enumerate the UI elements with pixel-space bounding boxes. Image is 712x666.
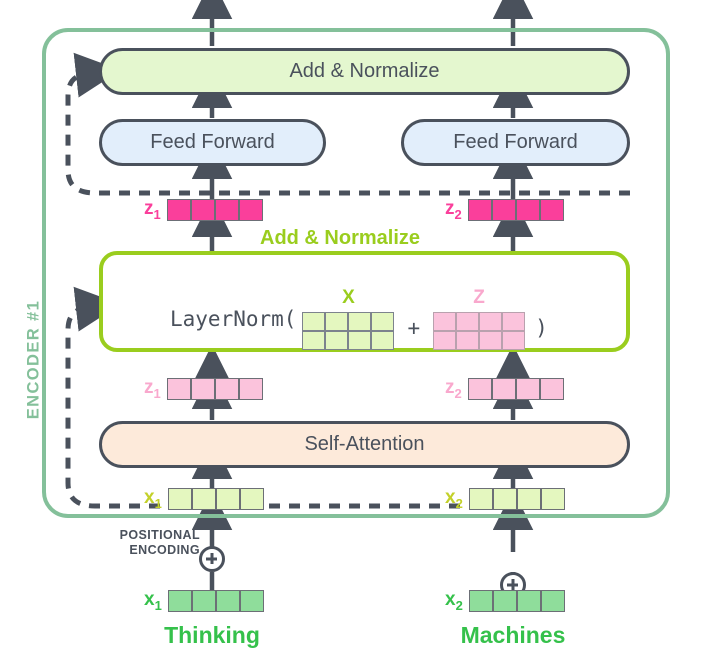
- vector-z2-magenta-label: z2: [445, 198, 462, 222]
- positional-encoding-line1: POSITIONAL: [119, 528, 200, 542]
- vector-cell: [238, 198, 263, 221]
- vector-cell: [468, 487, 493, 510]
- vector-x2-olive-cells: [468, 487, 565, 510]
- vector-x1-embedding: x1: [144, 589, 264, 613]
- vector-x1-olive: x1: [144, 487, 264, 511]
- vector-cell: [516, 589, 541, 612]
- matrix-cell: [456, 331, 480, 350]
- vector-cell: [492, 487, 517, 510]
- word-label-machines: Machines: [460, 622, 566, 648]
- vector-z2-pink-cells: [467, 377, 564, 400]
- vector-z1-magenta: z1: [144, 198, 263, 222]
- vector-cell: [539, 198, 564, 221]
- vector-x2-olive: x2: [445, 487, 565, 511]
- vector-z1-magenta-cells: [166, 198, 263, 221]
- vector-cell: [239, 589, 264, 612]
- vector-cell: [239, 487, 264, 510]
- word-label-thinking: Thinking: [164, 622, 260, 648]
- matrix-cell: [456, 312, 480, 331]
- vector-cell: [214, 198, 239, 221]
- vector-cell: [214, 377, 239, 400]
- vector-x2-embedding-label: x2: [445, 589, 463, 613]
- vector-z1-pink-cells: [166, 377, 263, 400]
- add-normalize-green-label: Add & Normalize: [255, 227, 426, 250]
- vector-cell: [215, 589, 240, 612]
- layernorm-open-text: LayerNorm(: [170, 306, 297, 331]
- x-matrix-group: X: [302, 287, 395, 350]
- matrix-cell: [302, 331, 326, 350]
- vector-x1-olive-label: x1: [144, 487, 162, 511]
- vector-z2-magenta: z2: [445, 198, 564, 222]
- vector-cell: [467, 377, 492, 400]
- add-normalize-top-label: Add & Normalize: [289, 60, 440, 82]
- matrix-cell: [302, 312, 326, 331]
- matrix-cell: [479, 331, 503, 350]
- layernorm-formula: LayerNorm( X + Z): [170, 287, 548, 350]
- vector-cell: [238, 377, 263, 400]
- feed-forward-right-block[interactable]: Feed Forward: [401, 119, 630, 166]
- vector-cell: [191, 589, 216, 612]
- matrix-cell: [348, 331, 372, 350]
- vector-cell: [215, 487, 240, 510]
- matrix-cell: [325, 312, 349, 331]
- vector-cell: [166, 377, 191, 400]
- vector-cell: [166, 198, 191, 221]
- vector-z1-pink: z1: [144, 377, 263, 401]
- vector-cell: [515, 198, 540, 221]
- vector-cell: [491, 198, 516, 221]
- transformer-encoder-diagram: ENCODER #1 Add & Normalize Feed Forward …: [0, 0, 712, 666]
- matrix-cell: [479, 312, 503, 331]
- matrix-cell: [433, 312, 457, 331]
- vector-cell: [167, 487, 192, 510]
- z-matrix-label: Z: [473, 287, 485, 308]
- layernorm-close-text: ): [535, 315, 548, 340]
- vector-cell: [190, 377, 215, 400]
- vector-x1-embedding-cells: [167, 589, 264, 612]
- vector-z2-pink-label: z2: [445, 377, 462, 401]
- self-attention-block[interactable]: Self-Attention: [99, 421, 630, 468]
- vector-cell: [516, 487, 541, 510]
- vector-cell: [491, 377, 516, 400]
- add-normalize-top-block[interactable]: Add & Normalize: [99, 48, 630, 95]
- self-attention-label: Self-Attention: [304, 433, 425, 455]
- matrix-cell: [325, 331, 349, 350]
- vector-cell: [539, 377, 564, 400]
- matrix-cell: [502, 331, 526, 350]
- vector-z1-magenta-label: z1: [144, 198, 161, 222]
- vector-cell: [492, 589, 517, 612]
- encoder-label: ENCODER #1: [24, 299, 43, 420]
- matrix-cell: [371, 312, 395, 331]
- matrix-cell: [348, 312, 372, 331]
- vector-cell: [167, 589, 192, 612]
- feed-forward-right-label: Feed Forward: [453, 131, 578, 153]
- vector-z2-pink: z2: [445, 377, 564, 401]
- vector-x2-embedding: x2: [445, 589, 565, 613]
- vector-x2-embedding-cells: [468, 589, 565, 612]
- vector-cell: [467, 198, 492, 221]
- vector-cell: [191, 487, 216, 510]
- vector-z2-magenta-cells: [467, 198, 564, 221]
- vector-cell: [190, 198, 215, 221]
- x-matrix-label: X: [342, 287, 355, 308]
- matrix-cell: [502, 312, 526, 331]
- feed-forward-left-block[interactable]: Feed Forward: [99, 119, 326, 166]
- vector-z1-pink-label: z1: [144, 377, 161, 401]
- circle-plus-icon: [199, 546, 225, 572]
- vector-x1-olive-cells: [167, 487, 264, 510]
- matrix-cell: [433, 331, 457, 350]
- positional-encoding-line2: ENCODING: [129, 543, 200, 557]
- vector-cell: [515, 377, 540, 400]
- vector-cell: [540, 487, 565, 510]
- matrix-cell: [371, 331, 395, 350]
- vector-x2-olive-label: x2: [445, 487, 463, 511]
- x-matrix: [302, 312, 395, 350]
- vector-cell: [468, 589, 493, 612]
- positional-encoding-label: POSITIONAL ENCODING: [96, 528, 200, 558]
- vector-cell: [540, 589, 565, 612]
- layernorm-plus-sign: +: [407, 315, 421, 340]
- z-matrix: [433, 312, 526, 350]
- feed-forward-left-label: Feed Forward: [150, 131, 275, 153]
- z-matrix-group: Z: [433, 287, 526, 350]
- vector-x1-embedding-label: x1: [144, 589, 162, 613]
